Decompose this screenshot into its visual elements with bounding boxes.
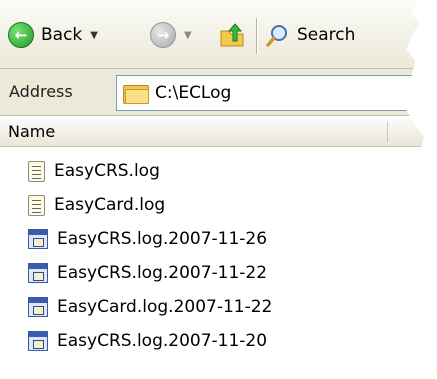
up-folder-icon (220, 23, 244, 47)
back-label: Back (41, 25, 83, 45)
up-folder-button[interactable] (218, 18, 246, 52)
forward-arrow-icon: → (150, 22, 176, 48)
forward-dropdown-icon[interactable]: ▼ (184, 30, 192, 41)
text-file-icon (28, 194, 45, 216)
file-name: EasyCard.log.2007-11-22 (57, 297, 273, 317)
list-item[interactable]: EasyCRS.log (28, 156, 160, 186)
back-button[interactable]: ← Back ▼ (8, 18, 98, 52)
explorer-window-frame: ← Back ▼ → ▼ Search Address C:\ECLog Nam… (0, 0, 429, 368)
column-header-name[interactable]: Name (8, 122, 55, 141)
column-divider[interactable] (387, 122, 388, 142)
file-name: EasyCRS.log (54, 161, 160, 181)
text-file-icon (28, 160, 45, 182)
list-item[interactable]: EasyCRS.log.2007-11-22 (28, 258, 267, 288)
list-item[interactable]: EasyCard.log.2007-11-22 (28, 292, 272, 322)
column-header: Name (0, 118, 429, 147)
search-label: Search (297, 25, 356, 45)
file-name: EasyCRS.log.2007-11-26 (57, 229, 268, 249)
generic-file-icon (28, 229, 48, 249)
file-name: EasyCRS.log.2007-11-22 (57, 263, 268, 283)
back-arrow-icon: ← (8, 22, 34, 48)
folder-icon (123, 83, 149, 104)
file-name: EasyCRS.log.2007-11-20 (57, 331, 268, 351)
explorer-window: ← Back ▼ → ▼ Search Address C:\ECLog Nam… (0, 0, 429, 368)
file-name: EasyCard.log (54, 195, 166, 215)
list-item[interactable]: EasyCard.log (28, 190, 165, 220)
toolbar-separator (256, 18, 257, 54)
address-bar: Address C:\ECLog (0, 69, 429, 116)
generic-file-icon (28, 297, 48, 317)
generic-file-icon (28, 263, 48, 283)
back-dropdown-icon[interactable]: ▼ (90, 30, 98, 41)
forward-button[interactable]: → ▼ (150, 18, 192, 52)
search-button[interactable]: Search (266, 18, 355, 52)
list-item[interactable]: EasyCRS.log.2007-11-20 (28, 326, 267, 356)
toolbar: ← Back ▼ → ▼ Search (0, 0, 429, 69)
generic-file-icon (28, 331, 48, 351)
address-label: Address (9, 82, 73, 101)
address-path: C:\ECLog (155, 83, 232, 103)
list-item[interactable]: EasyCRS.log.2007-11-26 (28, 224, 267, 254)
address-input[interactable]: C:\ECLog (116, 75, 429, 111)
search-icon (266, 25, 287, 47)
